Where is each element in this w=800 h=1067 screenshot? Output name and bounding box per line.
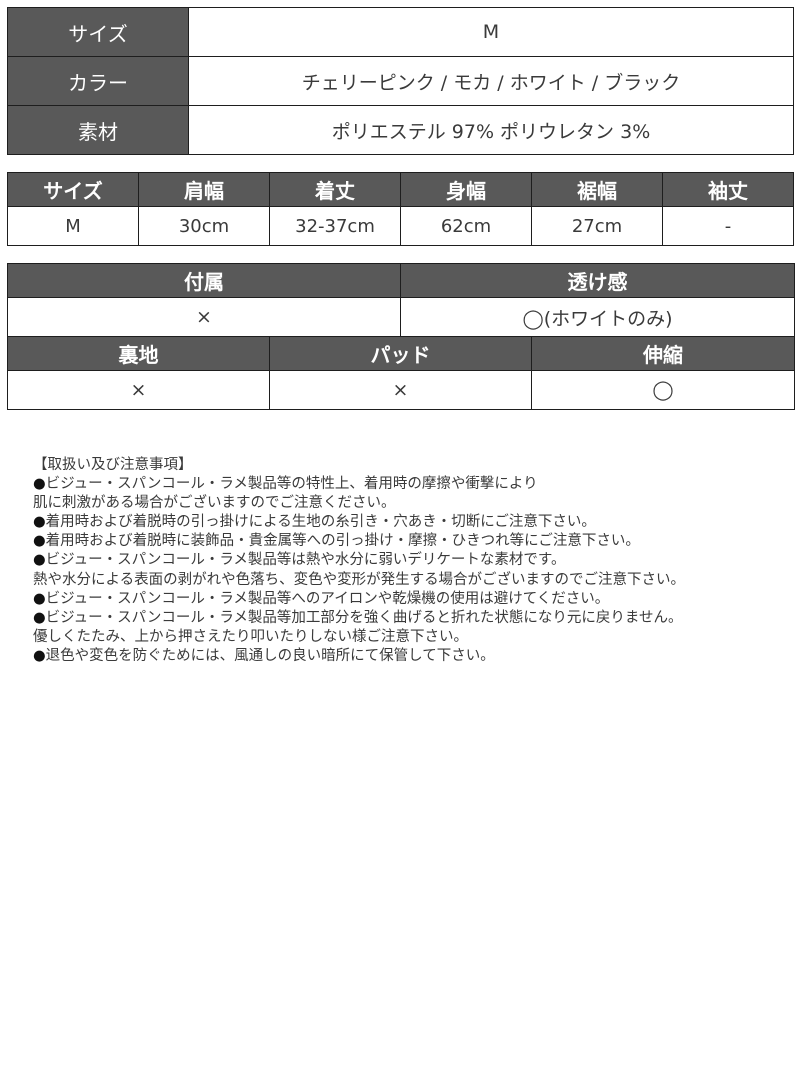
- care-note-line: ●退色や変色を防ぐためには、風通しの良い暗所にて保管して下さい。: [33, 647, 793, 666]
- spec-value-color: チェリーピンク / モカ / ホワイト / ブラック: [188, 56, 794, 106]
- attr-header-lining: 裏地: [7, 336, 270, 371]
- care-note-text: ビジュー・スパンコール・ラメ製品等加工部分を強く曲げると折れた状態になり元に戻り…: [45, 609, 683, 626]
- size-header-sleeve: 袖丈: [662, 172, 794, 207]
- attr-value-pad: ×: [268, 370, 533, 410]
- bullet-icon: ●: [33, 514, 46, 531]
- size-cell-shoulder: 30cm: [138, 206, 270, 246]
- care-note-text: 退色や変色を防ぐためには、風通しの良い暗所にて保管して下さい。: [45, 647, 495, 664]
- attr-header-accessories: 付属: [6, 263, 402, 298]
- size-cell-size: M: [7, 206, 139, 246]
- size-header-body-width: 身幅: [400, 172, 532, 207]
- attr-header-row-1: 付属 透け感: [6, 263, 796, 298]
- care-note-line: ●ビジュー・スパンコール・ラメ製品等加工部分を強く曲げると折れた状態になり元に戻…: [33, 609, 793, 628]
- spec-label-size: サイズ: [7, 7, 189, 57]
- size-header-hem-width: 裾幅: [531, 172, 663, 207]
- size-header-size: サイズ: [7, 172, 139, 207]
- care-note-line: 肌に刺激がある場合がございますのでご注意ください。: [33, 494, 793, 513]
- size-header-length: 着丈: [269, 172, 401, 207]
- table-row: M 30cm 32-37cm 62cm 27cm -: [7, 206, 794, 246]
- bullet-icon: ●: [33, 590, 46, 607]
- spec-row-size: サイズ M: [7, 7, 794, 57]
- care-note-text: 着用時および着脱時に装飾品・貴金属等への引っ掛け・摩擦・ひきつれ等にご注意下さい…: [45, 533, 640, 550]
- size-cell-hem-width: 27cm: [531, 206, 663, 246]
- attr-value-accessories: ×: [6, 297, 402, 337]
- size-table: サイズ 肩幅 着丈 身幅 裾幅 袖丈 M 30cm 32-37cm 62cm 2…: [7, 172, 794, 246]
- care-note-line: ●着用時および着脱時に装飾品・貴金属等への引っ掛け・摩擦・ひきつれ等にご注意下さ…: [33, 532, 793, 551]
- care-note-text: 肌に刺激がある場合がございますのでご注意ください。: [33, 495, 396, 512]
- bullet-icon: ●: [33, 647, 46, 664]
- attr-header-stretch: 伸縮: [531, 336, 796, 371]
- care-note-line: ●ビジュー・スパンコール・ラメ製品等へのアイロンや乾燥機の使用は避けてください。: [33, 590, 793, 609]
- size-cell-body-width: 62cm: [400, 206, 532, 246]
- care-note-text: 優しくたたみ、上から押さえたり叩いたりしない様ご注意下さい。: [33, 628, 468, 645]
- spec-value-size: M: [188, 7, 794, 57]
- care-note-line: ●着用時および着脱時の引っ掛けによる生地の糸引き・穴あき・切断にご注意下さい。: [33, 513, 793, 532]
- size-header-shoulder: 肩幅: [138, 172, 270, 207]
- attr-value-lining: ×: [7, 370, 270, 410]
- care-notes-list: ●ビジュー・スパンコール・ラメ製品等の特性上、着用時の摩擦や衝撃により 肌に刺激が…: [33, 475, 793, 666]
- care-note-text: 着用時および着脱時の引っ掛けによる生地の糸引き・穴あき・切断にご注意下さい。: [45, 514, 596, 531]
- attr-value-stretch: ◯: [531, 370, 796, 410]
- care-note-text: ビジュー・スパンコール・ラメ製品等の特性上、着用時の摩擦や衝撃により: [45, 476, 538, 493]
- attr-header-row-2: 裏地 パッド 伸縮: [7, 336, 796, 371]
- attr-header-pad: パッド: [268, 336, 533, 371]
- care-note-line: ●ビジュー・スパンコール・ラメ製品等の特性上、着用時の摩擦や衝撃により: [33, 475, 793, 494]
- bullet-icon: ●: [33, 476, 46, 493]
- attribute-table: 付属 透け感 × ◯(ホワイトのみ) 裏地 パッド 伸縮 × × ◯: [6, 263, 796, 410]
- spec-value-material: ポリエステル 97% ポリウレタン 3%: [188, 105, 794, 155]
- size-cell-sleeve: -: [662, 206, 794, 246]
- care-note-text: ビジュー・スパンコール・ラメ製品等は熱や水分に弱いデリケートな素材です。: [45, 552, 566, 569]
- spec-label-material: 素材: [7, 105, 189, 155]
- care-note-line: ●ビジュー・スパンコール・ラメ製品等は熱や水分に弱いデリケートな素材です。: [33, 551, 793, 570]
- bullet-icon: ●: [33, 552, 46, 569]
- care-notes: 【取扱い及び注意事項】 ●ビジュー・スパンコール・ラメ製品等の特性上、着用時の摩…: [33, 456, 793, 666]
- spec-label-color: カラー: [7, 56, 189, 106]
- bullet-icon: ●: [33, 609, 46, 626]
- attr-header-transparency: 透け感: [400, 263, 796, 298]
- bullet-icon: ●: [33, 533, 46, 550]
- size-header-row: サイズ 肩幅 着丈 身幅 裾幅 袖丈: [7, 172, 794, 207]
- attr-value-row-2: × × ◯: [7, 370, 796, 410]
- attr-value-row-1: × ◯(ホワイトのみ): [6, 297, 796, 337]
- spec-row-color: カラー チェリーピンク / モカ / ホワイト / ブラック: [7, 56, 794, 106]
- size-cell-length: 32-37cm: [269, 206, 401, 246]
- care-note-text: ビジュー・スパンコール・ラメ製品等へのアイロンや乾燥機の使用は避けてください。: [45, 590, 610, 607]
- care-notes-title: 【取扱い及び注意事項】: [33, 457, 193, 473]
- spec-table: サイズ M カラー チェリーピンク / モカ / ホワイト / ブラック 素材 …: [7, 7, 794, 155]
- care-note-text: 熱や水分による表面の剥がれや色落ち、変色や変形が発生する場合がございますのでご注…: [33, 571, 686, 588]
- spec-row-material: 素材 ポリエステル 97% ポリウレタン 3%: [7, 105, 794, 155]
- attr-value-transparency: ◯(ホワイトのみ): [400, 297, 796, 337]
- care-note-line: 熱や水分による表面の剥がれや色落ち、変色や変形が発生する場合がございますのでご注…: [33, 571, 793, 590]
- care-note-line: 優しくたたみ、上から押さえたり叩いたりしない様ご注意下さい。: [33, 628, 793, 647]
